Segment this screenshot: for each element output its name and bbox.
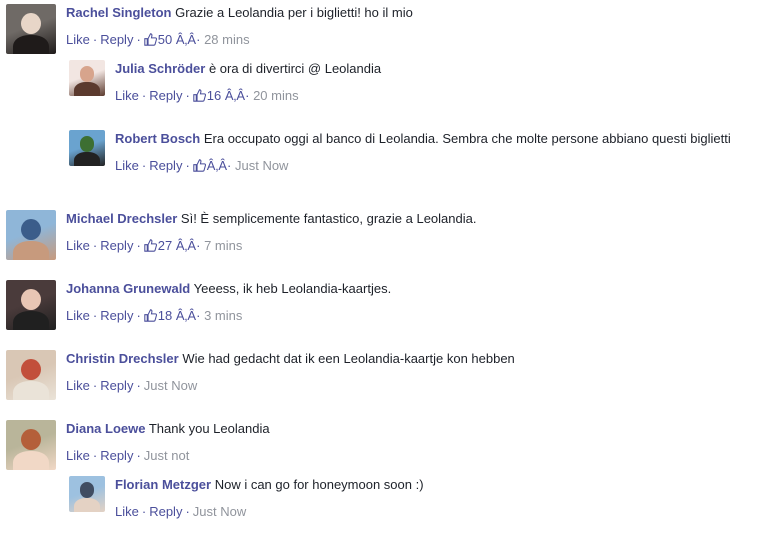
comment-actions: Like · Reply · Just not [66, 448, 190, 463]
reply-comment: Robert Bosch Era occupato oggi al banco … [69, 130, 731, 175]
avatar[interactable] [6, 280, 56, 330]
thumbs-up-icon [193, 89, 206, 102]
avatar[interactable] [6, 4, 56, 54]
thumbs-up-icon [193, 159, 206, 172]
comment-author[interactable]: Julia Schröder [115, 61, 205, 76]
reply-button[interactable]: Reply [100, 448, 133, 463]
reply-button[interactable]: Reply [149, 504, 182, 519]
reply-button[interactable]: Reply [149, 88, 182, 103]
comment-text: Thank you Leolandia [148, 421, 270, 436]
like-count[interactable]: Â‚Â· [193, 158, 231, 173]
like-button[interactable]: Like [66, 308, 90, 323]
timestamp: Just Now [192, 504, 247, 519]
like-count[interactable]: 27 Â‚Â· [144, 238, 200, 253]
comment-author[interactable]: Rachel Singleton [66, 5, 171, 20]
comment-text: Yeeess, ik heb Leolandia-kaartjes. [193, 281, 392, 296]
avatar[interactable] [6, 420, 56, 470]
comment-author[interactable]: Michael Drechsler [66, 211, 177, 226]
comment-author[interactable]: Robert Bosch [115, 131, 200, 146]
reply-comment: Julia Schröder è ora di divertirci @ Leo… [69, 60, 381, 105]
timestamp: 3 mins [204, 308, 243, 323]
timestamp: 20 mins [253, 88, 299, 103]
comment: Johanna Grunewald Yeeess, ik heb Leoland… [6, 280, 391, 330]
comment-actions: Like · Reply · Just Now [115, 504, 247, 519]
thumbs-up-icon [144, 239, 157, 252]
comment-author[interactable]: Florian Metzger [115, 477, 211, 492]
timestamp: Just Now [143, 378, 198, 393]
comment-actions: Like · Reply · Just Now [66, 378, 198, 393]
comment: Michael Drechsler Sì! È semplicemente fa… [6, 210, 476, 260]
avatar[interactable] [6, 210, 56, 260]
comment-actions: Like · Reply · Â‚Â· Just Now [115, 158, 289, 173]
comment: Christin Drechsler Wie had gedacht dat i… [6, 350, 515, 400]
avatar[interactable] [69, 476, 105, 512]
reply-button[interactable]: Reply [100, 378, 133, 393]
comment-text: Grazie a Leolandia per i biglietti! ho i… [175, 5, 413, 20]
avatar[interactable] [6, 350, 56, 400]
like-button[interactable]: Like [115, 88, 139, 103]
reply-button[interactable]: Reply [100, 238, 133, 253]
comment-text: Sì! È semplicemente fantastico, grazie a… [180, 211, 477, 226]
comment-text: Era occupato oggi al banco di Leolandia.… [203, 131, 731, 146]
timestamp: Just not [143, 448, 190, 463]
timestamp: Just Now [234, 158, 289, 173]
like-button[interactable]: Like [66, 448, 90, 463]
like-count[interactable]: 16 Â‚Â· [193, 88, 249, 103]
like-count[interactable]: 50 Â‚Â· [144, 32, 200, 47]
like-count[interactable]: 18 Â‚Â· [144, 308, 200, 323]
reply-button[interactable]: Reply [100, 32, 133, 47]
comment-actions: Like · Reply · 18 Â‚Â· 3 mins [66, 308, 243, 323]
avatar[interactable] [69, 60, 105, 96]
thumbs-up-icon [144, 33, 157, 46]
comment-actions: Like · Reply · 16 Â‚Â· 20 mins [115, 88, 299, 103]
comment-actions: Like · Reply · 27 Â‚Â· 7 mins [66, 238, 243, 253]
timestamp: 28 mins [204, 32, 250, 47]
comment: Diana Loewe Thank you Leolandia Like · Rep… [6, 420, 270, 470]
reply-button[interactable]: Reply [149, 158, 182, 173]
like-button[interactable]: Like [66, 378, 90, 393]
timestamp: 7 mins [204, 238, 243, 253]
like-button[interactable]: Like [66, 238, 90, 253]
comment-author[interactable]: Diana Loewe [66, 421, 145, 436]
comment-text: Now i can go for honeymoon soon :) [214, 477, 424, 492]
comment: Rachel Singleton Grazie a Leolandia per … [6, 4, 413, 54]
comment-actions: Like · Reply · 50 Â‚Â· 28 mins [66, 32, 250, 47]
like-button[interactable]: Like [115, 504, 139, 519]
like-button[interactable]: Like [115, 158, 139, 173]
comment-text: è ora di divertirci @ Leolandia [208, 61, 382, 76]
reply-comment: Florian Metzger Now i can go for honeymo… [69, 476, 424, 521]
like-button[interactable]: Like [66, 32, 90, 47]
comment-author[interactable]: Johanna Grunewald [66, 281, 190, 296]
comment-author[interactable]: Christin Drechsler [66, 351, 179, 366]
avatar[interactable] [69, 130, 105, 166]
comment-text: Wie had gedacht dat ik een Leolandia-kaa… [182, 351, 515, 366]
thumbs-up-icon [144, 309, 157, 322]
reply-button[interactable]: Reply [100, 308, 133, 323]
